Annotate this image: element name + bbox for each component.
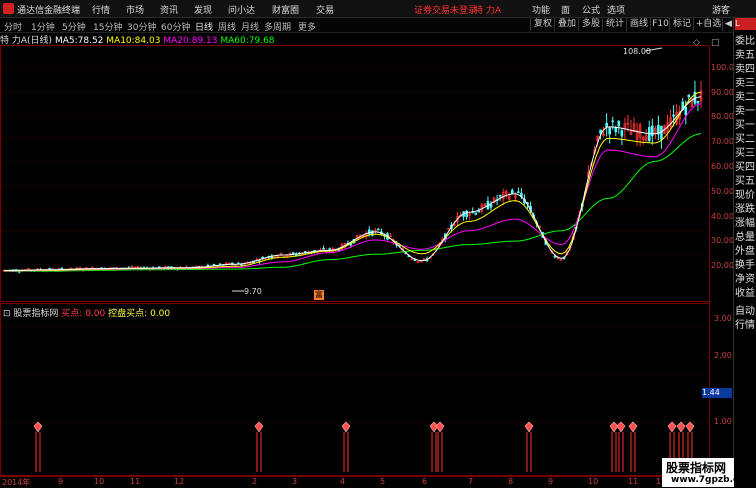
quote-field-9: 买四 (735, 162, 755, 173)
indicator-tick: 1.00 (714, 417, 732, 426)
ma20-line (4, 103, 702, 272)
x-tick: 11 (130, 477, 141, 486)
price-tick: 50.00 (711, 187, 734, 196)
candle-body (553, 255, 557, 258)
buy-signal-diamond-icon (33, 421, 43, 433)
buy-signal-diamond-icon (616, 421, 626, 433)
candle-body (687, 94, 691, 98)
x-tick: 10 (94, 477, 105, 486)
quote-field-19[interactable]: 自动 (735, 305, 755, 318)
indicator-name[interactable]: 股票指标网 (13, 309, 58, 319)
candle-body (291, 252, 295, 255)
price-tick: 20.00 (711, 261, 734, 270)
quote-field-2: 卖四 (735, 64, 755, 75)
indicator-tick: 3.00 (714, 314, 732, 323)
quote-field-17: 净资 (735, 274, 755, 285)
price-tick: 40.00 (711, 212, 734, 221)
quote-field-12: 涨跌 (735, 204, 755, 215)
price-tick: 30.00 (711, 236, 734, 245)
low-price-label: 9.70 (244, 287, 262, 296)
x-tick: 2014年 (2, 478, 31, 487)
buy-signal-diamond-icon (341, 421, 351, 433)
x-tick: 2 (252, 477, 258, 486)
candle-body (620, 130, 624, 137)
x-tick: 3 (292, 477, 298, 486)
price-tick: 100.0 (711, 63, 734, 72)
x-tick: 11 (628, 477, 639, 486)
quote-field-7: 买二 (735, 134, 755, 145)
price-tick: 80.00 (711, 112, 734, 121)
price-tick: 70.00 (711, 137, 734, 146)
indicator-frame (0, 303, 710, 476)
quote-field-15: 外盘 (735, 246, 755, 257)
panel-tab-l[interactable]: L (735, 18, 756, 30)
candle-body (489, 204, 493, 208)
x-tick: 5 (380, 477, 386, 486)
candle-body (377, 228, 380, 231)
candle-body (617, 121, 621, 127)
quote-field-8: 买三 (735, 148, 755, 159)
quote-field-11: 现价 (735, 190, 755, 201)
candle-body (510, 189, 514, 194)
indicator-tick: 2.00 (714, 351, 732, 360)
candle-body (660, 125, 663, 140)
x-tick: 6 (422, 477, 428, 486)
indicator-header: ⊡ 股票指标网 买点: 0.00 控盘买点: 0.00 (3, 309, 171, 319)
quote-field-13: 涨幅 (735, 218, 755, 229)
candle-body (696, 100, 700, 104)
buy-signal-diamond-icon (609, 421, 619, 433)
candle-body (611, 120, 615, 123)
candle-body (447, 228, 450, 230)
candle-body (517, 191, 520, 194)
quote-field-16: 换手 (735, 260, 755, 271)
x-tick: 9 (58, 477, 64, 486)
quote-field-3: 卖三 (735, 78, 755, 89)
candle-body (322, 248, 325, 250)
buy-signal-diamond-icon (524, 421, 534, 433)
quote-field-10: 买五 (735, 176, 755, 187)
x-tick: 8 (508, 477, 514, 486)
candle-body (477, 210, 481, 213)
candle-body (672, 114, 675, 117)
x-tick: 7 (468, 477, 474, 486)
quote-field-20[interactable]: 行情 (735, 319, 755, 332)
kline-chart[interactable] (0, 0, 733, 487)
quote-field-1: 卖五 (735, 50, 755, 61)
quote-field-5: 卖一 (735, 106, 755, 117)
buy-signal-diamond-icon (685, 421, 695, 433)
x-tick: 4 (340, 477, 346, 486)
candle-body (498, 194, 502, 197)
candle-body (684, 106, 688, 116)
indicator-current-value: 1.44 (702, 388, 732, 398)
candle-body (614, 127, 618, 133)
buy-signal-diamond-icon (667, 421, 677, 433)
price-tick: 60.00 (711, 162, 734, 171)
x-tick: 12 (174, 477, 185, 486)
buy-signal-diamond-icon (676, 421, 686, 433)
candle-body (608, 127, 611, 135)
candle-body (651, 125, 654, 137)
buy-signal-diamond-icon (628, 421, 638, 433)
event-marker[interactable]: 富 (314, 290, 324, 300)
price-frame (0, 45, 710, 302)
quote-field-18: 收益 (735, 288, 755, 299)
candle-body (474, 212, 478, 215)
quote-field-4: 卖二 (735, 92, 755, 103)
ma10-line (4, 91, 702, 272)
price-tick: 90.00 (711, 88, 734, 97)
quote-field-6: 买一 (735, 120, 755, 131)
settings-diamond-icon[interactable]: ◇ (693, 38, 700, 48)
quote-field-0: 委比 (735, 36, 755, 47)
high-price-label: 108.00 (623, 47, 651, 56)
quote-field-14: 总量 (735, 232, 755, 243)
x-tick: 10 (588, 477, 599, 486)
buy-signal-diamond-icon (435, 421, 445, 433)
watermark: 股票指标网 www.7gpzb.com (662, 458, 754, 487)
ma5-line (4, 96, 702, 271)
x-tick: 9 (548, 477, 554, 486)
expand-icon[interactable]: □ (711, 38, 720, 48)
buy-signal-diamond-icon (254, 421, 264, 433)
